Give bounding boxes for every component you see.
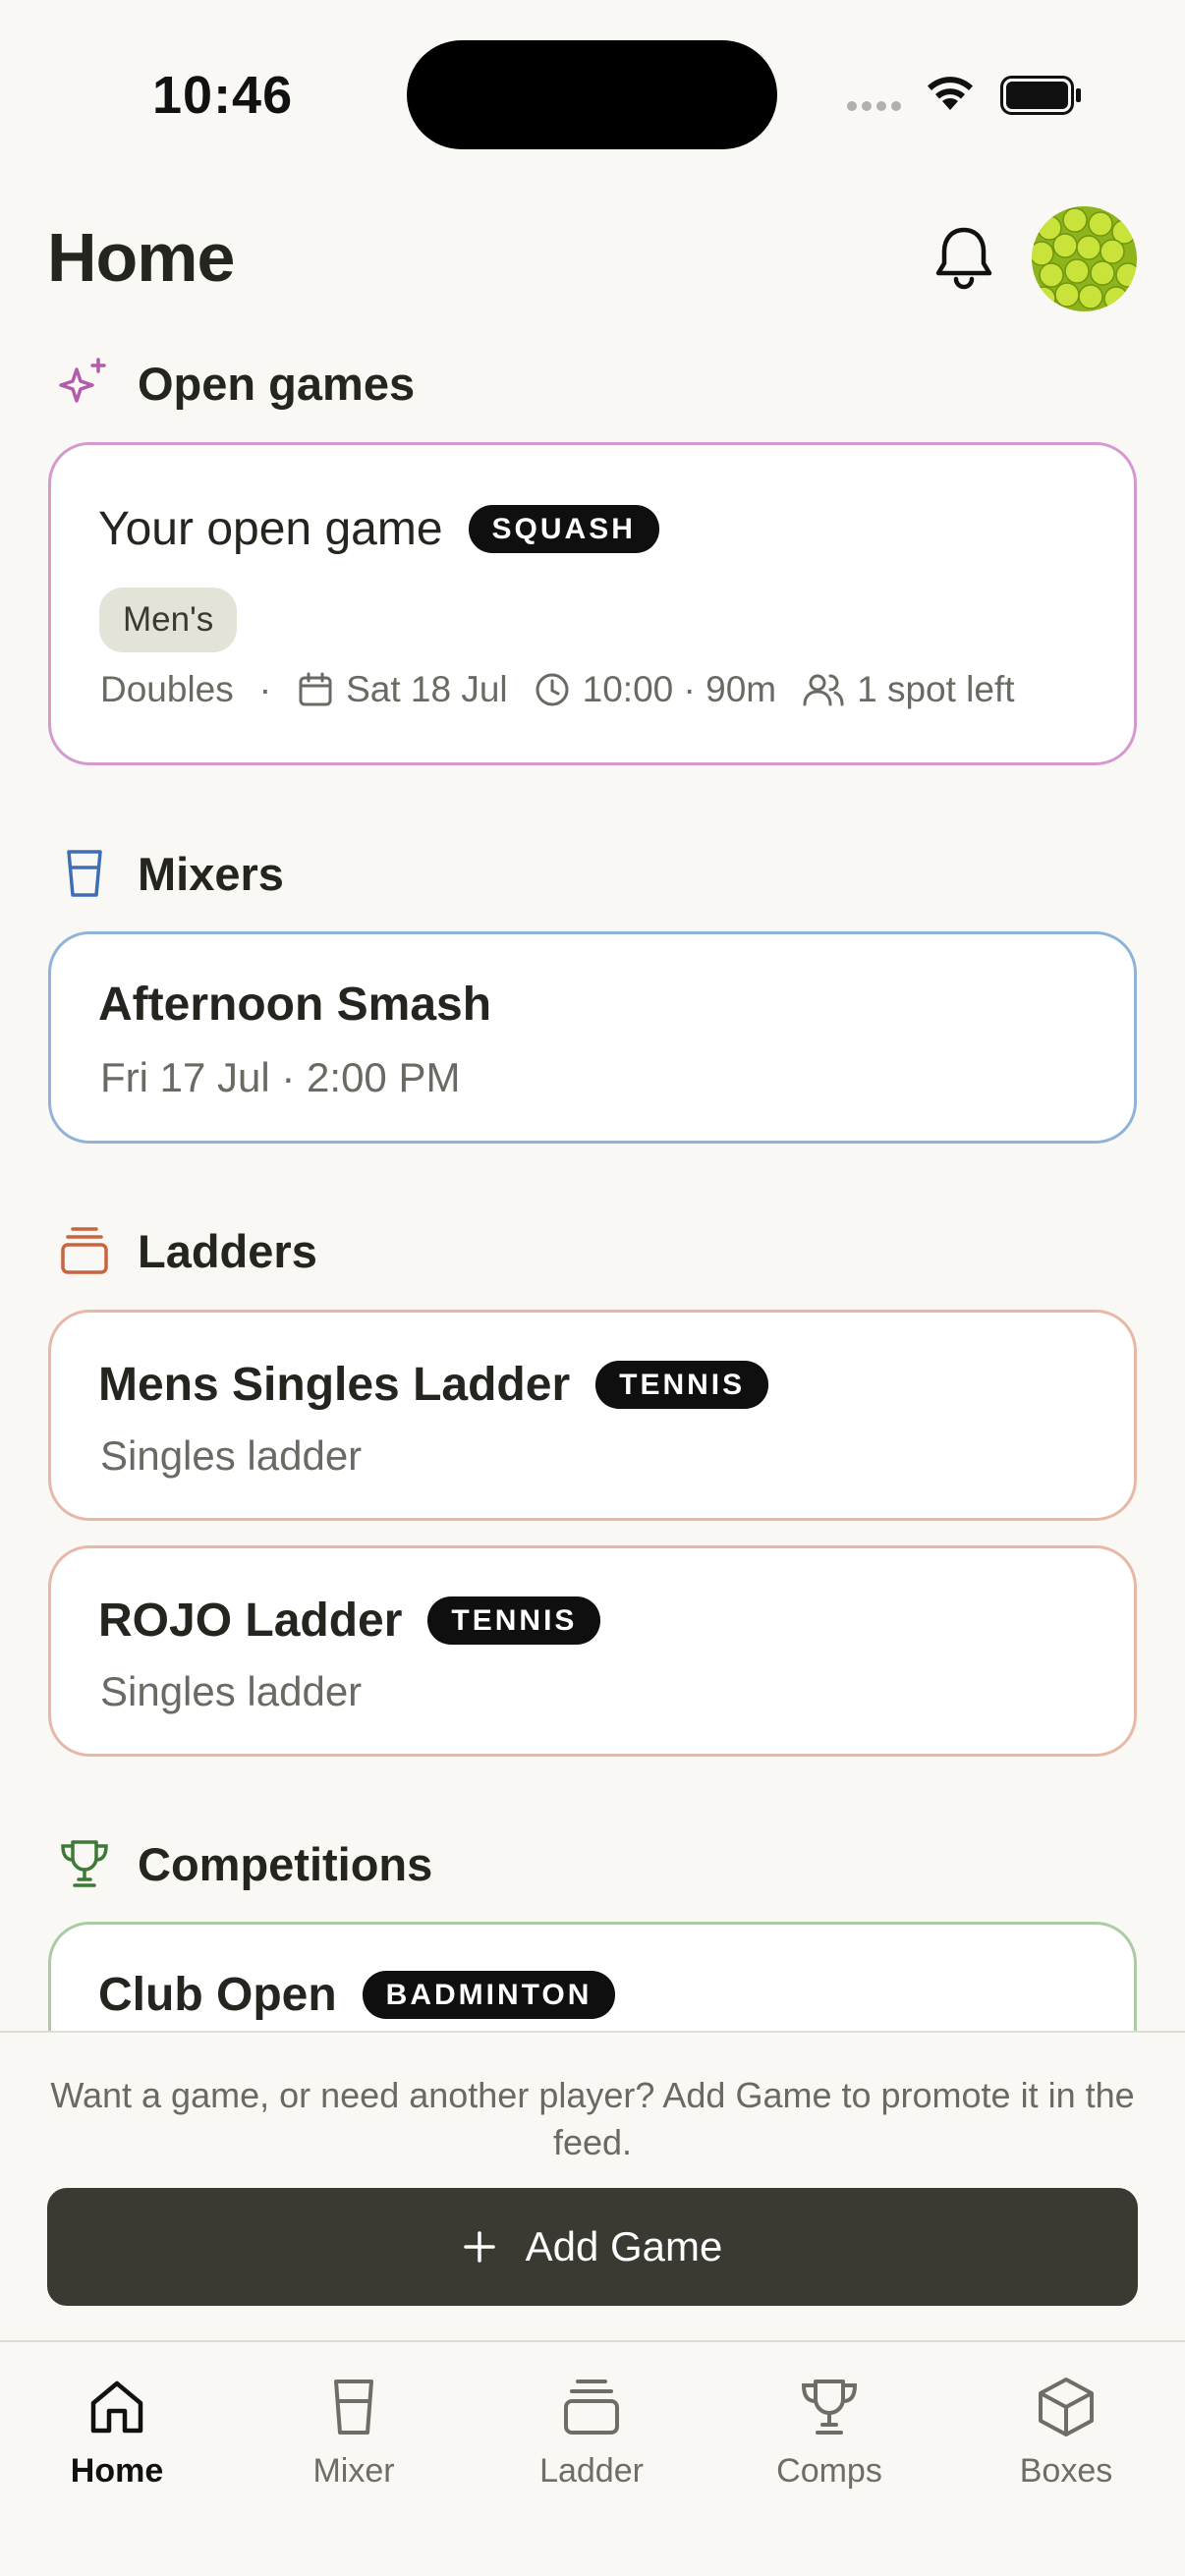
mixers-section-header: Mixers bbox=[57, 846, 284, 901]
home-icon bbox=[85, 2368, 148, 2446]
section-title-ladders: Ladders bbox=[138, 1224, 317, 1277]
tab-ladder[interactable]: Ladder bbox=[493, 2368, 690, 2491]
section-title-open-games: Open games bbox=[138, 357, 416, 410]
add-game-label: Add Game bbox=[525, 2223, 723, 2269]
stack-icon bbox=[560, 2368, 623, 2446]
section-title-mixers: Mixers bbox=[138, 847, 284, 900]
tab-label: Boxes bbox=[1019, 2452, 1113, 2490]
users-icon bbox=[802, 671, 845, 708]
calendar-icon bbox=[297, 671, 334, 708]
plus-icon bbox=[463, 2230, 496, 2264]
page-title: Home bbox=[47, 219, 235, 296]
open-game-title: Your open game bbox=[98, 503, 443, 555]
profile-avatar[interactable] bbox=[1032, 206, 1137, 311]
mixer-datetime: Fri 17 Jul · 2:00 PM bbox=[100, 1054, 461, 1100]
dynamic-island bbox=[407, 40, 777, 149]
ladder-title: ROJO Ladder bbox=[98, 1595, 403, 1647]
tab-label: Mixer bbox=[312, 2452, 395, 2490]
wifi-icon bbox=[928, 77, 973, 110]
tab-comps[interactable]: Comps bbox=[731, 2368, 928, 2491]
ladders-section-header: Ladders bbox=[57, 1223, 317, 1278]
open-games-section-header: Open games bbox=[57, 356, 415, 411]
mixer-card[interactable]: Afternoon Smash Fri 17 Jul · 2:00 PM bbox=[48, 931, 1137, 1144]
competitions-section-header: Competitions bbox=[57, 1836, 432, 1891]
sparkle-icon bbox=[57, 356, 112, 411]
ladder-title: Mens Singles Ladder bbox=[98, 1359, 571, 1411]
add-game-button[interactable]: Add Game bbox=[47, 2188, 1138, 2306]
sport-badge: TENNIS bbox=[427, 1596, 601, 1645]
tab-boxes[interactable]: Boxes bbox=[968, 2368, 1164, 2491]
tab-home[interactable]: Home bbox=[19, 2368, 215, 2491]
ladder-subtitle: Singles ladder bbox=[100, 1668, 363, 1714]
promo-text: Want a game, or need another player? Add… bbox=[50, 2075, 1135, 2162]
ladder-card[interactable]: Mens Singles Ladder TENNIS Singles ladde… bbox=[48, 1310, 1137, 1521]
box-icon bbox=[1035, 2368, 1098, 2446]
status-bar: 10:46 bbox=[0, 0, 1185, 187]
status-time: 10:46 bbox=[152, 66, 294, 125]
cup-icon bbox=[322, 2368, 385, 2446]
trophy-icon bbox=[57, 1836, 112, 1891]
tab-label: Comps bbox=[776, 2452, 882, 2490]
ladder-subtitle: Singles ladder bbox=[100, 1432, 363, 1479]
open-game-card[interactable]: Your open game SQUASH Men's Doubles · Sa… bbox=[48, 442, 1137, 765]
clock-icon bbox=[534, 671, 571, 708]
sport-badge: SQUASH bbox=[468, 505, 659, 553]
section-title-competitions: Competitions bbox=[138, 1837, 433, 1890]
notifications-bell-icon[interactable] bbox=[931, 222, 996, 291]
sport-badge: BADMINTON bbox=[362, 1971, 616, 2019]
tab-mixer[interactable]: Mixer bbox=[255, 2368, 452, 2491]
mixer-title: Afternoon Smash bbox=[98, 979, 492, 1031]
add-game-panel: Want a game, or need another player? Add… bbox=[0, 2031, 1185, 2340]
bottom-tab-bar: Home Mixer Ladder Comps Boxes bbox=[0, 2340, 1185, 2576]
game-time: 10:00 · 90m bbox=[582, 669, 777, 709]
tab-label: Ladder bbox=[539, 2452, 644, 2490]
meta-separator: · bbox=[258, 669, 272, 709]
cup-icon bbox=[57, 846, 112, 901]
competition-title: Club Open bbox=[98, 1969, 337, 2021]
trophy-icon bbox=[798, 2368, 861, 2446]
game-meta-row: Doubles · Sat 18 Jul 10:00 · 90m 1 spot … bbox=[100, 669, 1015, 710]
cellular-signal-icon bbox=[847, 101, 901, 111]
tab-label: Home bbox=[70, 2452, 164, 2490]
category-chip: Men's bbox=[99, 588, 238, 652]
ladder-card[interactable]: ROJO Ladder TENNIS Singles ladder bbox=[48, 1545, 1137, 1757]
spots-left: 1 spot left bbox=[857, 669, 1015, 709]
stack-icon bbox=[57, 1223, 112, 1278]
game-format: Doubles bbox=[100, 669, 234, 709]
battery-icon bbox=[1000, 76, 1081, 115]
sport-badge: TENNIS bbox=[595, 1361, 769, 1409]
game-date: Sat 18 Jul bbox=[346, 669, 508, 709]
